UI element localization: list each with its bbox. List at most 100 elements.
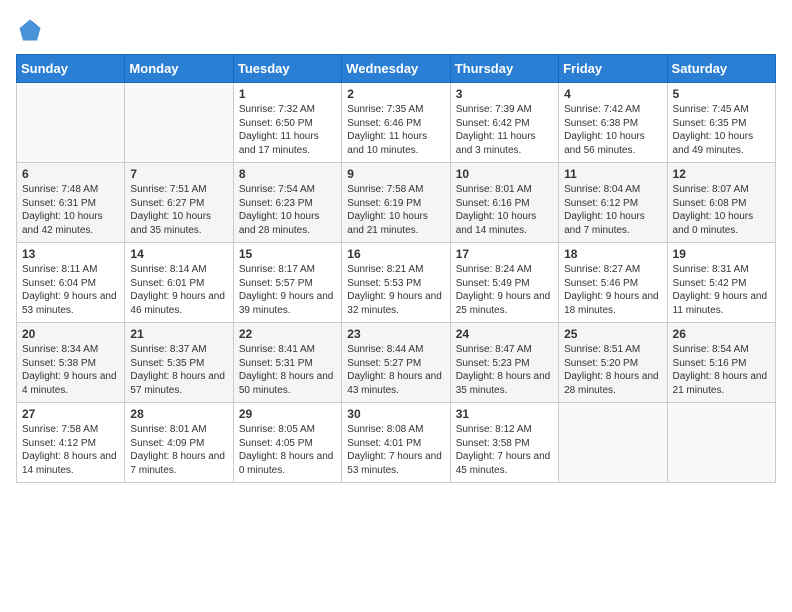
day-number: 18 [564, 247, 661, 261]
day-number: 31 [456, 407, 553, 421]
day-info: Sunrise: 8:08 AMSunset: 4:01 PMDaylight:… [347, 423, 444, 477]
calendar-cell: 29Sunrise: 8:05 AMSunset: 4:05 PMDayligh… [233, 403, 341, 483]
day-info: Sunrise: 7:54 AMSunset: 6:23 PMDaylight:… [239, 183, 336, 237]
calendar-cell: 2Sunrise: 7:35 AMSunset: 6:46 PMDaylight… [342, 83, 450, 163]
day-number: 23 [347, 327, 444, 341]
calendar-cell: 21 Sunrise: 8:37 AMSunset: 5:35 PMDayligh… [125, 323, 233, 403]
calendar-cell: 23 Sunrise: 8:44 AMSunset: 5:27 PMDayligh… [342, 323, 450, 403]
day-info: Sunrise: 7:58 AMSunset: 4:12 PMDaylight:… [22, 423, 119, 477]
week-row-4: 20 Sunrise: 8:34 AMSunset: 5:38 PMDayligh… [17, 323, 776, 403]
day-number: 16 [347, 247, 444, 261]
day-info: Sunrise: 8:24 AMSunset: 5:49 PMDaylight:… [456, 263, 553, 317]
calendar-cell: 13 Sunrise: 8:11 AMSunset: 6:04 PMDayligh… [17, 243, 125, 323]
day-info: Sunrise: 7:32 AMSunset: 6:50 PMDaylight:… [239, 103, 336, 157]
day-number: 14 [130, 247, 227, 261]
day-info: Sunrise: 8:07 AMSunset: 6:08 PMDaylight:… [673, 183, 770, 237]
calendar-cell: 4 Sunrise: 7:42 AMSunset: 6:38 PMDaylight… [559, 83, 667, 163]
day-number: 11 [564, 167, 661, 181]
day-number: 4 [564, 87, 661, 101]
calendar-cell: 28Sunrise: 8:01 AMSunset: 4:09 PMDayligh… [125, 403, 233, 483]
calendar-cell: 18 Sunrise: 8:27 AMSunset: 5:46 PMDayligh… [559, 243, 667, 323]
day-number: 22 [239, 327, 336, 341]
calendar-cell: 24Sunrise: 8:47 AMSunset: 5:23 PMDayligh… [450, 323, 558, 403]
weekday-header-sunday: Sunday [17, 55, 125, 83]
day-number: 6 [22, 167, 119, 181]
day-info: Sunrise: 7:39 AMSunset: 6:42 PMDaylight:… [456, 103, 553, 157]
day-info: Sunrise: 8:54 AMSunset: 5:16 PMDaylight:… [673, 343, 770, 397]
calendar-cell: 14 Sunrise: 8:14 AMSunset: 6:01 PMDayligh… [125, 243, 233, 323]
calendar-cell: 1 Sunrise: 7:32 AMSunset: 6:50 PMDaylight… [233, 83, 341, 163]
week-row-2: 6 Sunrise: 7:48 AMSunset: 6:31 PMDaylight… [17, 163, 776, 243]
day-info: Sunrise: 8:21 AMSunset: 5:53 PMDaylight:… [347, 263, 444, 317]
day-info: Sunrise: 8:17 AMSunset: 5:57 PMDaylight:… [239, 263, 336, 317]
day-number: 9 [347, 167, 444, 181]
calendar-cell: 30 Sunrise: 8:08 AMSunset: 4:01 PMDayligh… [342, 403, 450, 483]
day-info: Sunrise: 8:14 AMSunset: 6:01 PMDaylight:… [130, 263, 227, 317]
day-info: Sunrise: 7:48 AMSunset: 6:31 PMDaylight:… [22, 183, 119, 237]
calendar-cell: 17 Sunrise: 8:24 AMSunset: 5:49 PMDayligh… [450, 243, 558, 323]
calendar-cell: 25Sunrise: 8:51 AMSunset: 5:20 PMDayligh… [559, 323, 667, 403]
day-number: 2 [347, 87, 444, 101]
calendar-cell: 5 Sunrise: 7:45 AMSunset: 6:35 PMDaylight… [667, 83, 775, 163]
calendar-cell: 9 Sunrise: 7:58 AMSunset: 6:19 PMDaylight… [342, 163, 450, 243]
week-row-1: 1 Sunrise: 7:32 AMSunset: 6:50 PMDaylight… [17, 83, 776, 163]
calendar-cell: 3 Sunrise: 7:39 AMSunset: 6:42 PMDaylight… [450, 83, 558, 163]
day-info: Sunrise: 8:34 AMSunset: 5:38 PMDaylight:… [22, 343, 119, 397]
day-number: 20 [22, 327, 119, 341]
day-number: 8 [239, 167, 336, 181]
day-info: Sunrise: 8:11 AMSunset: 6:04 PMDaylight:… [22, 263, 119, 317]
page-header [16, 16, 776, 44]
day-number: 17 [456, 247, 553, 261]
day-info: Sunrise: 7:42 AMSunset: 6:38 PMDaylight:… [564, 103, 661, 157]
logo [16, 16, 48, 44]
calendar-cell: 12 Sunrise: 8:07 AMSunset: 6:08 PMDayligh… [667, 163, 775, 243]
day-info: Sunrise: 8:51 AMSunset: 5:20 PMDaylight:… [564, 343, 661, 397]
weekday-header-wednesday: Wednesday [342, 55, 450, 83]
weekday-header-monday: Monday [125, 55, 233, 83]
day-number: 13 [22, 247, 119, 261]
calendar-cell: 22 Sunrise: 8:41 AMSunset: 5:31 PMDayligh… [233, 323, 341, 403]
day-info: Sunrise: 7:58 AMSunset: 6:19 PMDaylight:… [347, 183, 444, 237]
day-number: 21 [130, 327, 227, 341]
day-number: 26 [673, 327, 770, 341]
day-info: Sunrise: 8:12 AMSunset: 3:58 PMDaylight:… [456, 423, 553, 477]
day-info: Sunrise: 8:41 AMSunset: 5:31 PMDaylight:… [239, 343, 336, 397]
logo-icon [16, 16, 44, 44]
day-number: 3 [456, 87, 553, 101]
calendar-cell: 6 Sunrise: 7:48 AMSunset: 6:31 PMDaylight… [17, 163, 125, 243]
day-info: Sunrise: 8:04 AMSunset: 6:12 PMDaylight:… [564, 183, 661, 237]
calendar-cell: 15 Sunrise: 8:17 AMSunset: 5:57 PMDayligh… [233, 243, 341, 323]
day-number: 15 [239, 247, 336, 261]
calendar-table: SundayMondayTuesdayWednesdayThursdayFrid… [16, 54, 776, 483]
weekday-header-tuesday: Tuesday [233, 55, 341, 83]
day-info: Sunrise: 8:37 AMSunset: 5:35 PMDaylight:… [130, 343, 227, 397]
calendar-cell: 16 Sunrise: 8:21 AMSunset: 5:53 PMDayligh… [342, 243, 450, 323]
day-number: 30 [347, 407, 444, 421]
day-info: Sunrise: 8:01 AMSunset: 6:16 PMDaylight:… [456, 183, 553, 237]
calendar-cell [125, 83, 233, 163]
weekday-header-row: SundayMondayTuesdayWednesdayThursdayFrid… [17, 55, 776, 83]
day-info: Sunrise: 7:45 AMSunset: 6:35 PMDaylight:… [673, 103, 770, 157]
calendar-cell: 7 Sunrise: 7:51 AMSunset: 6:27 PMDaylight… [125, 163, 233, 243]
calendar-cell [667, 403, 775, 483]
day-number: 5 [673, 87, 770, 101]
day-info: Sunrise: 8:01 AMSunset: 4:09 PMDaylight:… [130, 423, 227, 477]
day-number: 1 [239, 87, 336, 101]
day-number: 19 [673, 247, 770, 261]
weekday-header-friday: Friday [559, 55, 667, 83]
calendar-cell: 26 Sunrise: 8:54 AMSunset: 5:16 PMDayligh… [667, 323, 775, 403]
calendar-cell [559, 403, 667, 483]
day-number: 12 [673, 167, 770, 181]
day-info: Sunrise: 8:44 AMSunset: 5:27 PMDaylight:… [347, 343, 444, 397]
calendar-cell: 20 Sunrise: 8:34 AMSunset: 5:38 PMDayligh… [17, 323, 125, 403]
day-info: Sunrise: 8:27 AMSunset: 5:46 PMDaylight:… [564, 263, 661, 317]
week-row-5: 27Sunrise: 7:58 AMSunset: 4:12 PMDayligh… [17, 403, 776, 483]
day-number: 7 [130, 167, 227, 181]
day-info: Sunrise: 8:05 AMSunset: 4:05 PMDaylight:… [239, 423, 336, 477]
day-info: Sunrise: 8:31 AMSunset: 5:42 PMDaylight:… [673, 263, 770, 317]
calendar-cell [17, 83, 125, 163]
calendar-cell: 11 Sunrise: 8:04 AMSunset: 6:12 PMDayligh… [559, 163, 667, 243]
day-info: Sunrise: 7:51 AMSunset: 6:27 PMDaylight:… [130, 183, 227, 237]
calendar-cell: 19 Sunrise: 8:31 AMSunset: 5:42 PMDayligh… [667, 243, 775, 323]
day-number: 10 [456, 167, 553, 181]
